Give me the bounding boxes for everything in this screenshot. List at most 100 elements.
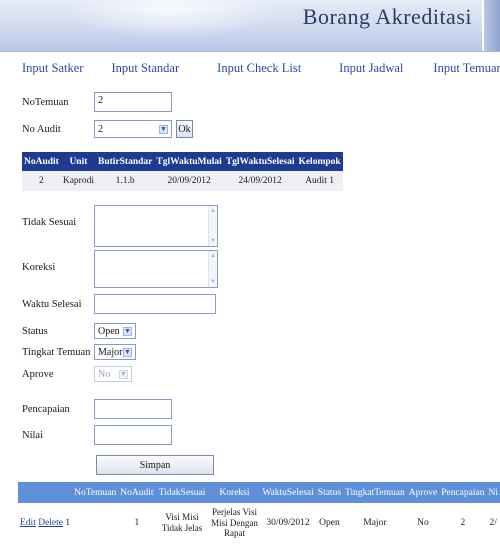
aprove-select: No ▼ [94,366,132,382]
no-temuan-label: NoTemuan [22,96,69,108]
tingkat-temuan-label: Tingkat Temuan [22,346,91,358]
cell-unit: Kaprodi [60,171,96,191]
waktu-selesai-input[interactable] [94,294,216,314]
cell-tgl-waktu-mulai: 20/09/2012 [154,171,224,191]
pencapaian-row: Pencapaian [22,399,172,419]
temuan-table-header: NoTemuan NoAudit TidakSesuai Koreksi Wak… [18,482,500,503]
col-koreksi: Koreksi [208,482,261,503]
no-audit-row: No Audit 2 ▼ Ok [22,120,193,138]
tingkat-temuan-value: Major [98,346,123,358]
audit-table: NoAudit Unit ButirStandar TglWaktuMulai … [22,152,343,191]
koreksi-label: Koreksi [22,262,56,273]
col-tgl-waktu-selesai: TglWaktuSelesai [223,152,297,171]
pencapaian-input[interactable] [94,399,172,419]
cell-tgl-waktu-selesai: 24/09/2012 [223,171,297,191]
table-row: Edit Delete 1 1 Visi Misi Tidak Jelas Pe… [18,503,500,543]
scroll-up-icon[interactable]: ▲ [210,208,216,214]
header-banner: Borang Akreditasi [0,0,500,52]
nav-input-check-list[interactable]: Input Check List [213,61,305,76]
simpan-button[interactable]: Simpan [96,455,214,475]
tingkat-temuan-row: Tingkat Temuan Major ▼ [22,344,136,360]
audit-table-header: NoAudit Unit ButirStandar TglWaktuMulai … [22,152,343,171]
col-status: Status [315,482,344,503]
edit-link[interactable]: Edit [20,518,36,528]
chevron-down-icon[interactable]: ▼ [123,347,132,357]
cell-no-temuan: 1 [65,518,71,528]
tidak-sesuai-row: Tidak Sesuai ▲ ▼ [22,205,218,247]
col-butir-standar: ButirStandar [95,152,155,171]
col-no-audit: NoAudit [118,482,156,503]
col-pencapaian: Pencapaian [439,482,487,503]
cell-actions: Edit Delete 1 [18,503,73,543]
col-no-audit: NoAudit [22,152,61,171]
aprove-row: Aprove No ▼ [22,366,132,382]
aprove-label: Aprove [22,368,54,380]
cell-tidak-sesuai: Visi Misi Tidak Jelas [155,503,209,543]
tidak-sesuai-textarea[interactable]: ▲ ▼ [94,205,218,247]
cell-koreksi: Perjelas Visi Misi Dengan Rapat [208,503,261,543]
chevron-down-icon[interactable]: ▼ [159,124,168,134]
cell-status: Open [315,503,344,543]
col-waktu-selesai: WaktuSelesai [260,482,316,503]
tidak-sesuai-label: Tidak Sesuai [22,217,77,228]
cell-butir-standar: 1.1.b [95,171,155,191]
main-nav: Input Satker Input Standar Input Check L… [0,57,500,79]
cell-no-audit: 1 [118,503,156,543]
cell-kelompok: Audit 1 [296,171,343,191]
tingkat-temuan-select[interactable]: Major ▼ [94,344,136,360]
temuan-table: NoTemuan NoAudit TidakSesuai Koreksi Wak… [18,482,500,543]
no-audit-label: No Audit [22,123,61,135]
koreksi-scrollbar[interactable]: ▲ ▼ [208,251,217,287]
koreksi-textarea[interactable]: ▲ ▼ [94,250,218,288]
col-tidak-sesuai: TidakSesuai [155,482,209,503]
table-row: 2 Kaprodi 1.1.b 20/09/2012 24/09/2012 Au… [22,171,343,191]
status-value: Open [98,325,120,337]
scroll-down-icon[interactable]: ▼ [210,238,216,244]
status-label: Status [22,325,48,337]
no-audit-value: 2 [98,123,103,135]
nilai-label: Nilai [22,429,43,441]
cell-spacer [72,503,119,543]
cell-no-audit: 2 [22,171,61,191]
banner-glow [60,0,280,40]
ok-button[interactable]: Ok [176,120,193,138]
col-aprove: Aprove [406,482,440,503]
nav-input-standar[interactable]: Input Standar [107,61,183,76]
cell-tingkat-temuan: Major [343,503,407,543]
tidak-sesuai-scrollbar[interactable]: ▲ ▼ [208,206,217,246]
koreksi-row: Koreksi ▲ ▼ [22,250,218,288]
waktu-selesai-label: Waktu Selesai [22,298,82,310]
chevron-down-icon: ▼ [119,369,128,379]
banner-decoration [482,0,500,51]
col-unit: Unit [60,152,96,171]
page-title: Borang Akreditasi [302,4,472,29]
submit-row: Simpan [96,455,214,475]
chevron-down-icon[interactable]: ▼ [123,326,132,336]
nilai-row: Nilai [22,425,172,445]
scroll-up-icon[interactable]: ▲ [210,253,216,259]
cell-waktu-selesai: 30/09/2012 [260,503,316,543]
no-temuan-input[interactable]: 2 [94,92,172,112]
delete-link[interactable]: Delete [38,518,63,528]
nilai-input[interactable] [94,425,172,445]
scroll-down-icon[interactable]: ▼ [210,279,216,285]
status-select[interactable]: Open ▼ [94,323,136,339]
pencapaian-label: Pencapaian [22,403,70,415]
nav-input-temuan[interactable]: Input Temuan [429,61,500,76]
col-nilai: Ni [486,482,500,503]
cell-nilai: 2/ [486,503,500,543]
cell-aprove: No [406,503,440,543]
no-audit-select[interactable]: 2 ▼ [94,120,172,138]
status-row: Status Open ▼ [22,323,136,339]
col-actions [18,482,73,503]
col-tgl-waktu-mulai: TglWaktuMulai [154,152,224,171]
nav-input-jadwal[interactable]: Input Jadwal [335,61,407,76]
no-temuan-row: NoTemuan 2 [22,92,172,112]
cell-pencapaian: 2 [439,503,487,543]
col-tingkat-temuan: TingkatTemuan [343,482,407,503]
col-kelompok: Kelompok [296,152,343,171]
col-no-temuan: NoTemuan [72,482,119,503]
waktu-selesai-row: Waktu Selesai [22,294,216,314]
nav-input-satker[interactable]: Input Satker [18,61,87,76]
aprove-value: No [98,368,111,380]
